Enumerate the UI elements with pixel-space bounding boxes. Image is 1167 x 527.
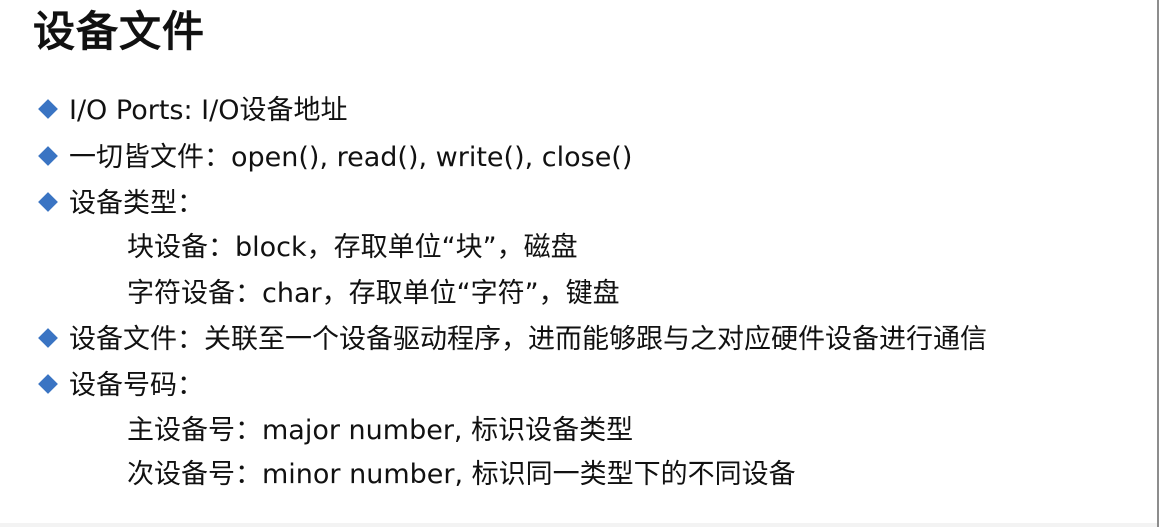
sub-item-major-number: 主设备号：major number, 标识设备类型 [127,411,633,451]
sub-item-minor-number: 次设备号：minor number, 标识同一类型下的不同设备 [127,455,796,495]
bullet-item-device-numbers: 设备号码： [37,366,204,406]
sub-item-text: 字符设备：char，存取单位“字符”，键盘 [127,278,620,309]
bullet-item-device-types: 设备类型： [37,184,204,224]
bullet-item-device-file: 设备文件：关联至一个设备驱动程序，进而能够跟与之对应硬件设备进行通信 [37,320,987,360]
bullet-text: 设备号码： [69,370,204,401]
bullet-text: 设备文件：关联至一个设备驱动程序，进而能够跟与之对应硬件设备进行通信 [69,324,987,355]
diamond-bullet-icon [38,192,58,212]
sub-item-text: 次设备号：minor number, 标识同一类型下的不同设备 [127,459,796,490]
diamond-bullet-icon [38,374,58,394]
sub-item-text: 块设备：block，存取单位“块”，磁盘 [127,232,578,263]
bottom-strip [0,523,1157,527]
bullet-text: I/O Ports: I/O设备地址 [69,95,348,126]
bullet-text: 一切皆文件：open(), read(), write(), close() [69,142,633,173]
window-right-border [1157,0,1159,527]
sub-item-text: 主设备号：major number, 标识设备类型 [127,415,634,446]
bullet-item-io-ports: I/O Ports: I/O设备地址 [37,91,347,131]
diamond-bullet-icon [38,99,58,119]
bullet-item-everything-is-file: 一切皆文件：open(), read(), write(), close() [37,138,632,178]
diamond-bullet-icon [38,328,58,348]
sub-item-char-device: 字符设备：char，存取单位“字符”，键盘 [127,274,620,314]
slide-title: 设备文件 [33,7,206,56]
diamond-bullet-icon [38,146,58,166]
slide: 设备文件 I/O Ports: I/O设备地址 一切皆文件：open(), re… [0,0,1167,527]
bullet-text: 设备类型： [69,188,204,219]
sub-item-block-device: 块设备：block，存取单位“块”，磁盘 [127,228,578,268]
